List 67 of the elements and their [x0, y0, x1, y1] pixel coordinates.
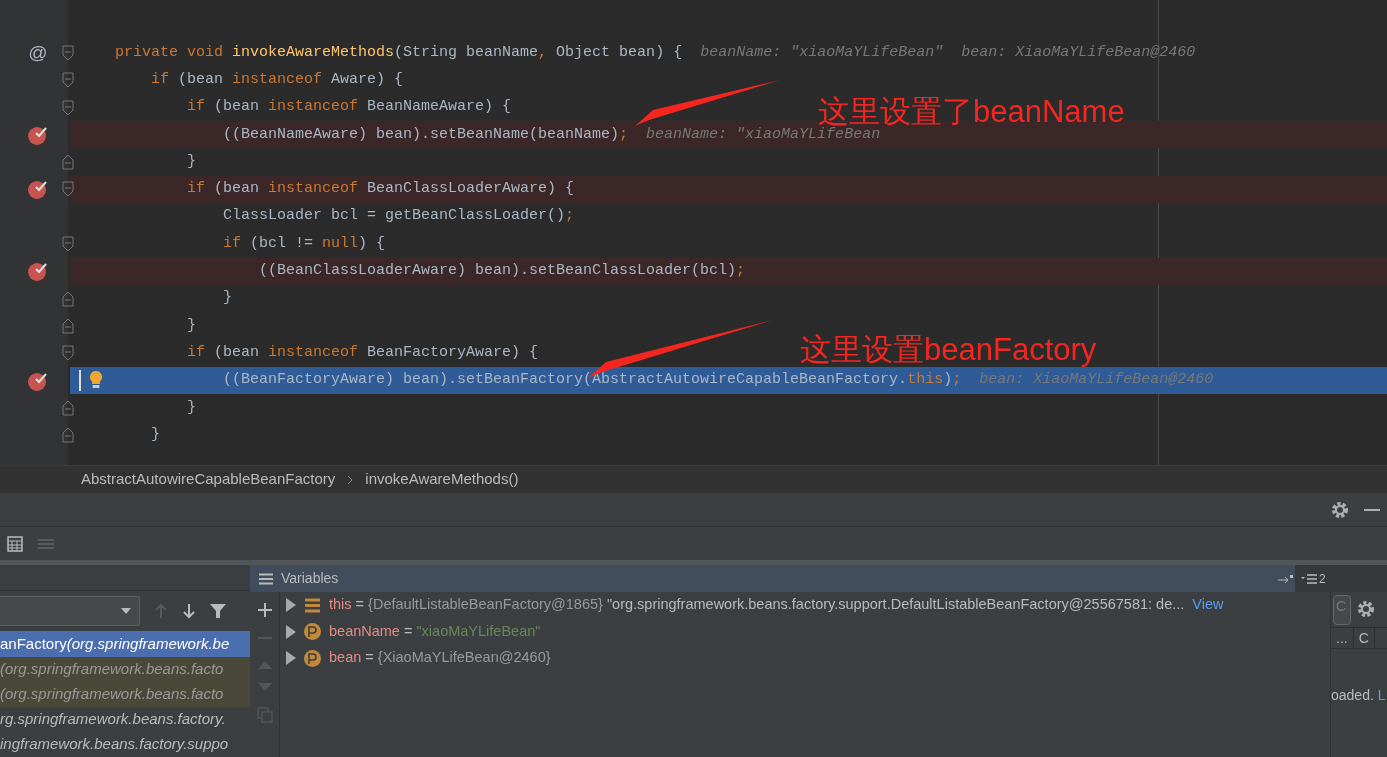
fold-marker-icon[interactable]	[62, 427, 74, 444]
caret-icon	[121, 608, 131, 614]
parameter-icon	[304, 623, 321, 641]
breadcrumb-item[interactable]: AbstractAutowireCapableBeanFactory	[81, 468, 336, 491]
inline-value-hint: beanName: "xiaoMaYLifeBean	[646, 125, 881, 145]
stack-frame[interactable]: (org.springframework.beans.facto	[0, 656, 250, 682]
expand-arrow-icon[interactable]	[286, 624, 296, 639]
variable-entry[interactable]: this = {DefaultListableBeanFactory@1865} "org.springframework.beans.factory.support.DefaultListableBeanFactory@25567581: de...	[329, 594, 1185, 617]
list-icon	[1301, 573, 1317, 584]
code-line: ((BeanFactoryAware) bean).setBeanFactory(AbstractAutowireCapableBeanFactory.this);	[223, 370, 962, 391]
breadcrumb-item[interactable]: invokeAwareMethods()	[365, 468, 519, 491]
parameter-icon	[304, 649, 321, 667]
step-arrow-icon[interactable]	[1278, 573, 1294, 584]
code-line: }	[187, 397, 196, 418]
settings-icon[interactable]	[1357, 599, 1375, 618]
code-line: if (bcl != null) {	[223, 233, 386, 254]
code-line: private void invokeAwareMethods(String beanName, Object bean) {	[115, 42, 683, 63]
fold-marker-icon[interactable]	[62, 181, 74, 198]
fold-marker-icon[interactable]	[62, 290, 74, 307]
expand-arrow-icon[interactable]	[286, 598, 296, 613]
text-caret	[79, 369, 81, 391]
inline-value-hint: beanName: "xiaoMaYLifeBean" bean: XiaoMaYLifeBean@2460	[700, 42, 1196, 63]
settings-icon[interactable]	[1331, 500, 1349, 519]
column-header[interactable]: C	[1353, 628, 1375, 648]
fold-marker-icon[interactable]	[62, 72, 74, 89]
breakpoint-icon[interactable]	[27, 260, 49, 283]
code-line: ((BeanNameAware) bean).setBeanName(beanName);	[223, 124, 629, 145]
annotation-text: 这里设置beanFactory	[800, 333, 1097, 368]
variable-entry[interactable]: bean = {XiaoMaYLifeBean@2460}	[329, 647, 551, 670]
code-line: if (bean instanceof Aware) {	[151, 70, 404, 90]
fold-marker-icon[interactable]	[62, 317, 74, 334]
fold-marker-icon[interactable]	[62, 154, 74, 171]
fold-marker-icon[interactable]	[62, 399, 74, 416]
status-text: oaded.	[1331, 687, 1374, 703]
panel-title: Variables	[281, 569, 339, 588]
code-line: if (bean instanceof BeanFactoryAware) {	[187, 342, 539, 363]
column-header[interactable]: ...	[1331, 628, 1354, 648]
variable-entry[interactable]: beanName = "xiaoMaYLifeBean"	[329, 620, 541, 643]
fold-marker-icon[interactable]	[62, 236, 74, 252]
expand-arrow-icon[interactable]	[286, 651, 296, 666]
lightbulb-icon[interactable]	[88, 369, 104, 390]
override-marker[interactable]: @	[28, 43, 48, 63]
code-line: }	[187, 151, 196, 172]
plus-icon[interactable]	[257, 603, 272, 617]
code-line: ClassLoader bcl = getBeanClassLoader();	[223, 206, 575, 227]
stack-frame[interactable]: (org.springframework.beans.facto	[0, 681, 250, 707]
chevron-icon	[347, 474, 354, 485]
fold-marker-icon[interactable]	[62, 44, 74, 61]
view-link[interactable]: View	[1192, 594, 1224, 617]
threads-selector[interactable]: 2	[1295, 565, 1387, 592]
code-line: }	[223, 288, 232, 309]
list-icon	[259, 572, 273, 585]
code-line: ((BeanClassLoaderAware) bean).setBeanClassLoader(bcl);	[259, 261, 746, 282]
table-icon[interactable]	[7, 535, 23, 552]
status-link[interactable]: L	[1377, 687, 1386, 703]
fold-marker-icon[interactable]	[62, 99, 74, 116]
breakpoint-icon[interactable]	[27, 178, 49, 201]
fold-marker-icon[interactable]	[62, 345, 74, 362]
arrow-down-icon[interactable]	[182, 603, 196, 619]
filter-icon[interactable]	[210, 603, 226, 619]
field-icon	[304, 596, 321, 614]
code-line: if (bean instanceof BeanNameAware) {	[187, 97, 512, 118]
stack-frame[interactable]: anFactory(org.springframework.be	[0, 631, 250, 657]
inline-value-hint: bean: XiaoMaYLifeBean@2460	[979, 370, 1214, 391]
code-line: }	[187, 315, 196, 336]
code-line: }	[151, 424, 160, 445]
code-line: if (bean instanceof BeanClassLoaderAware) {	[187, 179, 575, 200]
